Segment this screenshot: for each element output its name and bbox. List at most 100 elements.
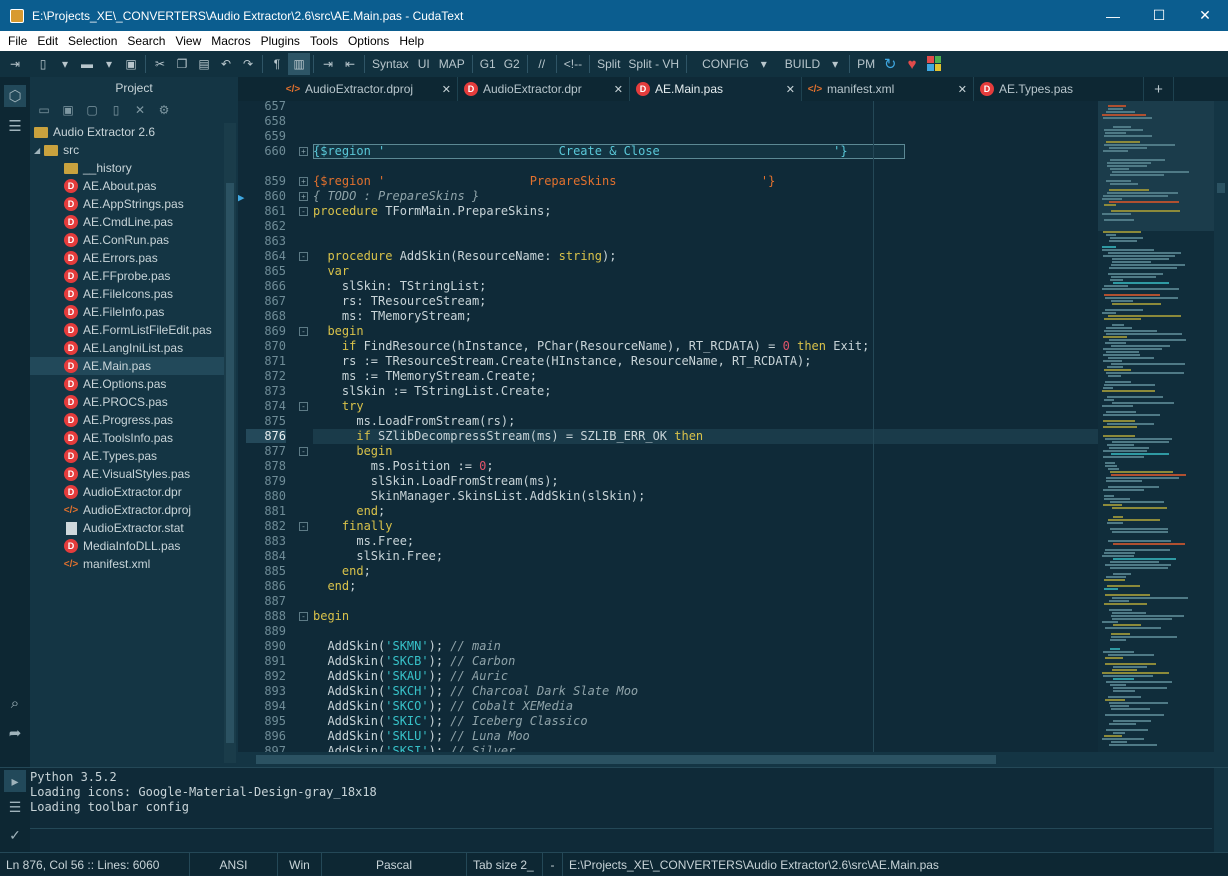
tree-item[interactable]: D AE.CmdLine.pas: [30, 213, 224, 231]
tree-item[interactable]: D AE.FFprobe.pas: [30, 267, 224, 285]
g1-button[interactable]: G1: [476, 53, 500, 75]
status-lexer[interactable]: Pascal: [322, 853, 467, 876]
code-line[interactable]: AddSkin('SKCH'); // Charcoal Dark Slate …: [313, 684, 638, 699]
menu-selection[interactable]: Selection: [63, 34, 122, 48]
maximize-button[interactable]: ☐: [1136, 0, 1182, 31]
refresh-icon[interactable]: ↻: [879, 53, 901, 75]
paste-icon[interactable]: ▤: [193, 53, 215, 75]
redo-icon[interactable]: ↷: [237, 53, 259, 75]
editor-hscroll-thumb[interactable]: [256, 755, 996, 764]
code-line[interactable]: procedure TFormMain.PrepareSkins;: [313, 204, 551, 219]
heart-icon[interactable]: ♥: [901, 53, 923, 75]
fold-collapse-icon[interactable]: -: [299, 207, 308, 216]
build-dropdown-icon[interactable]: ▾: [824, 53, 846, 75]
code-line[interactable]: AddSkin('SKSI'); // Silver: [313, 744, 515, 752]
code-line[interactable]: AddSkin('SKCB'); // Carbon: [313, 654, 515, 669]
tree-item[interactable]: D AE.Main.pas: [30, 357, 224, 375]
tree-item[interactable]: D AE.About.pas: [30, 177, 224, 195]
tree-item[interactable]: D AE.FormListFileEdit.pas: [30, 321, 224, 339]
tab-close-icon[interactable]: ✕: [614, 83, 623, 96]
status-tab-size[interactable]: Tab size 2_: [467, 853, 543, 876]
remove-icon[interactable]: ✕: [130, 101, 150, 119]
editor-tab[interactable]: D AE.Main.pas ✕: [630, 77, 802, 101]
console-terminal-icon[interactable]: ▸: [4, 770, 26, 792]
open-folder-icon[interactable]: ▬: [76, 53, 98, 75]
search-icon[interactable]: ⌕: [4, 692, 26, 714]
syntax-button[interactable]: Syntax: [368, 53, 413, 75]
add-file-icon[interactable]: ▯: [106, 101, 126, 119]
menu-help[interactable]: Help: [394, 34, 429, 48]
pm-button[interactable]: PM: [853, 53, 879, 75]
code-line[interactable]: ms.LoadFromStream(rs);: [313, 414, 515, 429]
code-line[interactable]: rs: TResourceStream;: [313, 294, 487, 309]
code-line[interactable]: begin: [313, 444, 392, 459]
menu-search[interactable]: Search: [122, 34, 170, 48]
code-line[interactable]: { TODO : PrepareSkins }: [313, 189, 479, 204]
status-encoding[interactable]: ANSI: [190, 853, 278, 876]
tree-list-icon[interactable]: ☰: [4, 115, 26, 137]
editor-vscroll-thumb[interactable]: [1217, 183, 1225, 193]
code-line[interactable]: begin: [313, 324, 363, 339]
toggle-sidebar-icon[interactable]: ⇥: [4, 53, 26, 75]
code-line[interactable]: AddSkin('SKIC'); // Iceberg Classico: [313, 714, 587, 729]
code-line[interactable]: SkinManager.SkinsList.AddSkin(slSkin);: [313, 489, 646, 504]
editor-tab[interactable]: </> manifest.xml ✕: [802, 77, 974, 101]
tree-item[interactable]: AudioExtractor.stat: [30, 519, 224, 537]
save-project-icon[interactable]: ▣: [58, 101, 78, 119]
code-line[interactable]: slSkin: TStringList;: [313, 279, 487, 294]
tree-item[interactable]: </> manifest.xml: [30, 555, 224, 573]
code-line[interactable]: var: [313, 264, 349, 279]
tree-item[interactable]: D AE.Progress.pas: [30, 411, 224, 429]
tree-item[interactable]: D AudioExtractor.dpr: [30, 483, 224, 501]
code-area[interactable]: {$region ' Create & Close '} {$region ' P…: [313, 101, 1098, 752]
tree-item[interactable]: Audio Extractor 2.6: [30, 123, 224, 141]
status-position[interactable]: Ln 876, Col 56 :: Lines: 6060: [0, 853, 190, 876]
tab-close-icon[interactable]: ✕: [786, 83, 795, 96]
code-editor[interactable]: 657 658 659 660 +859 +860 +861-862 863 864-865 86…: [238, 101, 1098, 752]
config-dropdown-icon[interactable]: ▾: [753, 53, 775, 75]
split-button[interactable]: Split: [593, 53, 624, 75]
code-line[interactable]: AddSkin('SKLU'); // Luna Moo: [313, 729, 529, 744]
code-line[interactable]: AddSkin('SKMN'); // main: [313, 639, 500, 654]
tab-close-icon[interactable]: ✕: [442, 83, 451, 96]
add-folder-icon[interactable]: ▢: [82, 101, 102, 119]
validate-check-icon[interactable]: ✓: [4, 824, 26, 846]
code-line[interactable]: if FindResource(hInstance, PChar(Resourc…: [313, 339, 869, 354]
tree-item[interactable]: D AE.Errors.pas: [30, 249, 224, 267]
code-line[interactable]: rs := TResourceStream.Create(HInstance, …: [313, 354, 812, 369]
g2-button[interactable]: G2: [500, 53, 524, 75]
settings-gear-icon[interactable]: ⚙: [154, 101, 174, 119]
fold-collapse-icon[interactable]: -: [299, 522, 308, 531]
code-line[interactable]: if SZlibDecompressStream(ms) = SZLIB_ERR…: [313, 429, 703, 444]
html-comment-button[interactable]: <!--: [560, 53, 586, 75]
code-line[interactable]: ms.Position := 0;: [313, 459, 494, 474]
fold-expand-icon[interactable]: +: [299, 177, 308, 186]
fold-expand-icon[interactable]: +: [299, 192, 308, 201]
open-dropdown-icon[interactable]: ▾: [98, 53, 120, 75]
tree-item[interactable]: D AE.PROCS.pas: [30, 393, 224, 411]
code-line[interactable]: AddSkin('SKCO'); // Cobalt XEMedia: [313, 699, 573, 714]
code-line[interactable]: slSkin := TStringList.Create;: [313, 384, 552, 399]
output-list-icon[interactable]: ☰: [4, 796, 26, 818]
ui-button[interactable]: UI: [413, 53, 435, 75]
code-line[interactable]: ms.Free;: [313, 534, 414, 549]
tree-scrollbar[interactable]: [224, 123, 236, 763]
code-line[interactable]: end;: [313, 504, 385, 519]
fold-expand-icon[interactable]: +: [299, 147, 308, 156]
tree-item[interactable]: D AE.FileInfo.pas: [30, 303, 224, 321]
expand-arrow-icon[interactable]: ◢: [34, 146, 40, 155]
tree-item[interactable]: D AE.ToolsInfo.pas: [30, 429, 224, 447]
fold-collapse-icon[interactable]: -: [299, 327, 308, 336]
tree-item[interactable]: D MediaInfoDLL.pas: [30, 537, 224, 555]
project-cube-icon[interactable]: ⬡: [4, 85, 26, 107]
tree-item[interactable]: D AE.AppStrings.pas: [30, 195, 224, 213]
undo-icon[interactable]: ↶: [215, 53, 237, 75]
open-project-icon[interactable]: ▭: [34, 101, 54, 119]
close-window-button[interactable]: ✕: [1182, 0, 1228, 31]
code-line[interactable]: end;: [313, 564, 371, 579]
code-line[interactable]: ms: TMemoryStream;: [313, 309, 472, 324]
save-icon[interactable]: ▣: [120, 53, 142, 75]
tree-item[interactable]: D AE.VisualStyles.pas: [30, 465, 224, 483]
menu-edit[interactable]: Edit: [32, 34, 63, 48]
tree-item[interactable]: D AE.LangIniList.pas: [30, 339, 224, 357]
